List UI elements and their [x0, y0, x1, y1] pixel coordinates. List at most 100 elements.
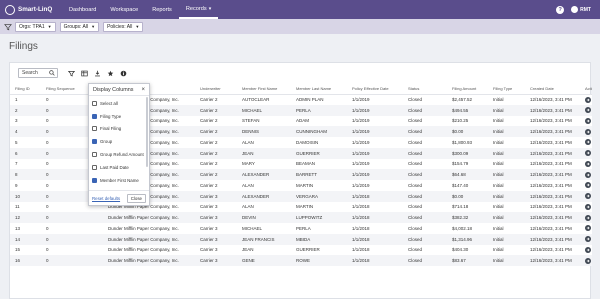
arrow-right-icon[interactable] [585, 193, 591, 200]
cell-filing-sequence: 0 [41, 244, 103, 256]
col-header-filing-amount[interactable]: Filing Amount [447, 84, 488, 95]
cell-status: Closed [403, 94, 447, 105]
checkbox[interactable] [92, 100, 97, 106]
nav-workspace[interactable]: Workspace [103, 0, 145, 19]
columns-button[interactable] [79, 68, 89, 78]
arrow-right-icon[interactable] [585, 182, 591, 189]
close-icon[interactable]: × [141, 87, 145, 93]
col-header-created-date[interactable]: Created Date [525, 84, 580, 95]
cell-member-first-name: GENE [237, 255, 291, 266]
cell-created-date: 12/16/2023, 3:41 PM [525, 94, 580, 105]
cell-group: Dunder Mifflin Paper Company, Inc. [103, 233, 195, 245]
cell-member-last-name: DAMOISIN [291, 137, 347, 148]
cell-underwriter: Carrier 2 [195, 169, 237, 180]
arrow-right-icon[interactable] [585, 214, 591, 221]
cell-filing-id: 13 [10, 223, 41, 234]
column-option[interactable]: Select all [89, 97, 149, 110]
cell-member-last-name: PERLA [291, 104, 347, 116]
info-button[interactable] [118, 68, 128, 78]
help-icon[interactable]: ? [556, 5, 565, 14]
cell-filing-type: Initial [488, 212, 525, 223]
nav-reports[interactable]: Reports [145, 0, 179, 19]
cell-created-date: 12/16/2023, 3:41 PM [525, 137, 580, 148]
arrow-right-icon[interactable] [585, 203, 591, 210]
popup-footer: Reset defaults Close [89, 190, 149, 206]
column-option-label: Group Refund Amount [100, 152, 144, 158]
table-toolbar: Search [18, 68, 128, 78]
reset-defaults-link[interactable]: Reset defaults [92, 196, 120, 201]
logo-mark-icon [5, 4, 15, 15]
cell-filing-amount: $0.00 [447, 126, 488, 137]
col-header-filing-id[interactable]: Filing ID [10, 84, 41, 95]
filter-button[interactable] [66, 68, 76, 78]
arrow-right-icon[interactable] [585, 171, 591, 178]
column-option[interactable]: Last Paid Date [89, 161, 149, 174]
cell-filing-sequence: 0 [41, 255, 103, 266]
cell-filing-amount: $494.55 [447, 104, 488, 116]
cell-member-last-name: LUPPOWITZ [291, 212, 347, 223]
user-menu[interactable]: RMT [571, 6, 591, 13]
checkbox[interactable] [92, 113, 97, 119]
cell-created-date: 12/16/2023, 3:41 PM [525, 212, 580, 223]
chevron-down-icon: ▼ [135, 24, 140, 29]
cell-member-first-name: AUTOCLEAR [237, 94, 291, 105]
cell-filing-sequence: 0 [41, 212, 103, 223]
arrow-right-icon[interactable] [585, 257, 591, 264]
arrow-right-icon[interactable] [585, 107, 591, 114]
popup-scrollbar[interactable] [146, 97, 148, 167]
column-option[interactable]: Final Filing [89, 123, 149, 136]
cell-underwriter: Carrier 3 [195, 255, 237, 266]
cell-status: Closed [403, 137, 447, 148]
cell-filing-amount: $1,314.96 [447, 233, 488, 245]
col-header-member-first-name[interactable]: Member First Name [237, 84, 291, 95]
page-title: Filings [9, 41, 38, 52]
arrow-right-icon[interactable] [585, 150, 591, 157]
arrow-right-icon[interactable] [585, 139, 591, 146]
cell-member-last-name: ROWE [291, 255, 347, 266]
search-input[interactable]: Search [18, 68, 58, 78]
checkbox[interactable] [92, 139, 97, 145]
cell-filing-type: Initial [488, 104, 525, 116]
column-option-label: Member First Name [100, 177, 139, 183]
favorite-button[interactable] [105, 68, 115, 78]
arrow-right-icon[interactable] [585, 117, 591, 124]
nav-dashboard[interactable]: Dashboard [62, 0, 103, 19]
download-button[interactable] [92, 68, 102, 78]
close-button[interactable]: Close [126, 194, 146, 203]
checkbox[interactable] [92, 152, 97, 158]
cell-filing-sequence: 0 [41, 223, 103, 234]
cell-filing-type: Initial [488, 223, 525, 234]
column-option[interactable]: Group Refund Amount [89, 148, 149, 161]
checkbox[interactable] [92, 177, 97, 183]
nav-records[interactable]: Records ▾ [178, 0, 219, 19]
col-header-filing-type[interactable]: Filing Type [488, 84, 525, 95]
column-option[interactable]: Filing Type [89, 110, 149, 123]
search-placeholder: Search [22, 70, 38, 76]
column-option[interactable]: Group [89, 135, 149, 148]
policies-select[interactable]: Policies: All ▼ [103, 21, 144, 32]
col-header-status[interactable]: Status [403, 84, 447, 95]
checkbox[interactable] [92, 126, 97, 132]
cell-action [580, 104, 592, 116]
arrow-right-icon[interactable] [585, 128, 591, 135]
col-header-policy-effective-date[interactable]: Policy Effective Date [347, 84, 403, 95]
groups-select[interactable]: Groups: All ▼ [59, 21, 100, 32]
app-logo[interactable]: Smart-LinQ [0, 0, 62, 19]
arrow-right-icon[interactable] [585, 225, 591, 232]
filter-icon[interactable] [4, 23, 12, 31]
orgs-select[interactable]: Orgs: TPA1 ▼ [15, 21, 56, 32]
cell-filing-type: Initial [488, 147, 525, 159]
cell-member-first-name: ALAN [237, 180, 291, 191]
arrow-right-icon[interactable] [585, 96, 591, 103]
cell-filing-id: 5 [10, 137, 41, 148]
cell-member-last-name: GUERRIER [291, 244, 347, 256]
col-header-member-last-name[interactable]: Member Last Name [291, 84, 347, 95]
search-icon [49, 70, 55, 76]
column-option[interactable]: Member First Name [89, 174, 149, 187]
checkbox[interactable] [92, 164, 97, 170]
arrow-right-icon[interactable] [585, 236, 591, 243]
cell-status: Closed [403, 223, 447, 234]
arrow-right-icon[interactable] [585, 160, 591, 167]
col-header-underwriter[interactable]: Underwriter [195, 84, 237, 95]
arrow-right-icon[interactable] [585, 246, 591, 253]
